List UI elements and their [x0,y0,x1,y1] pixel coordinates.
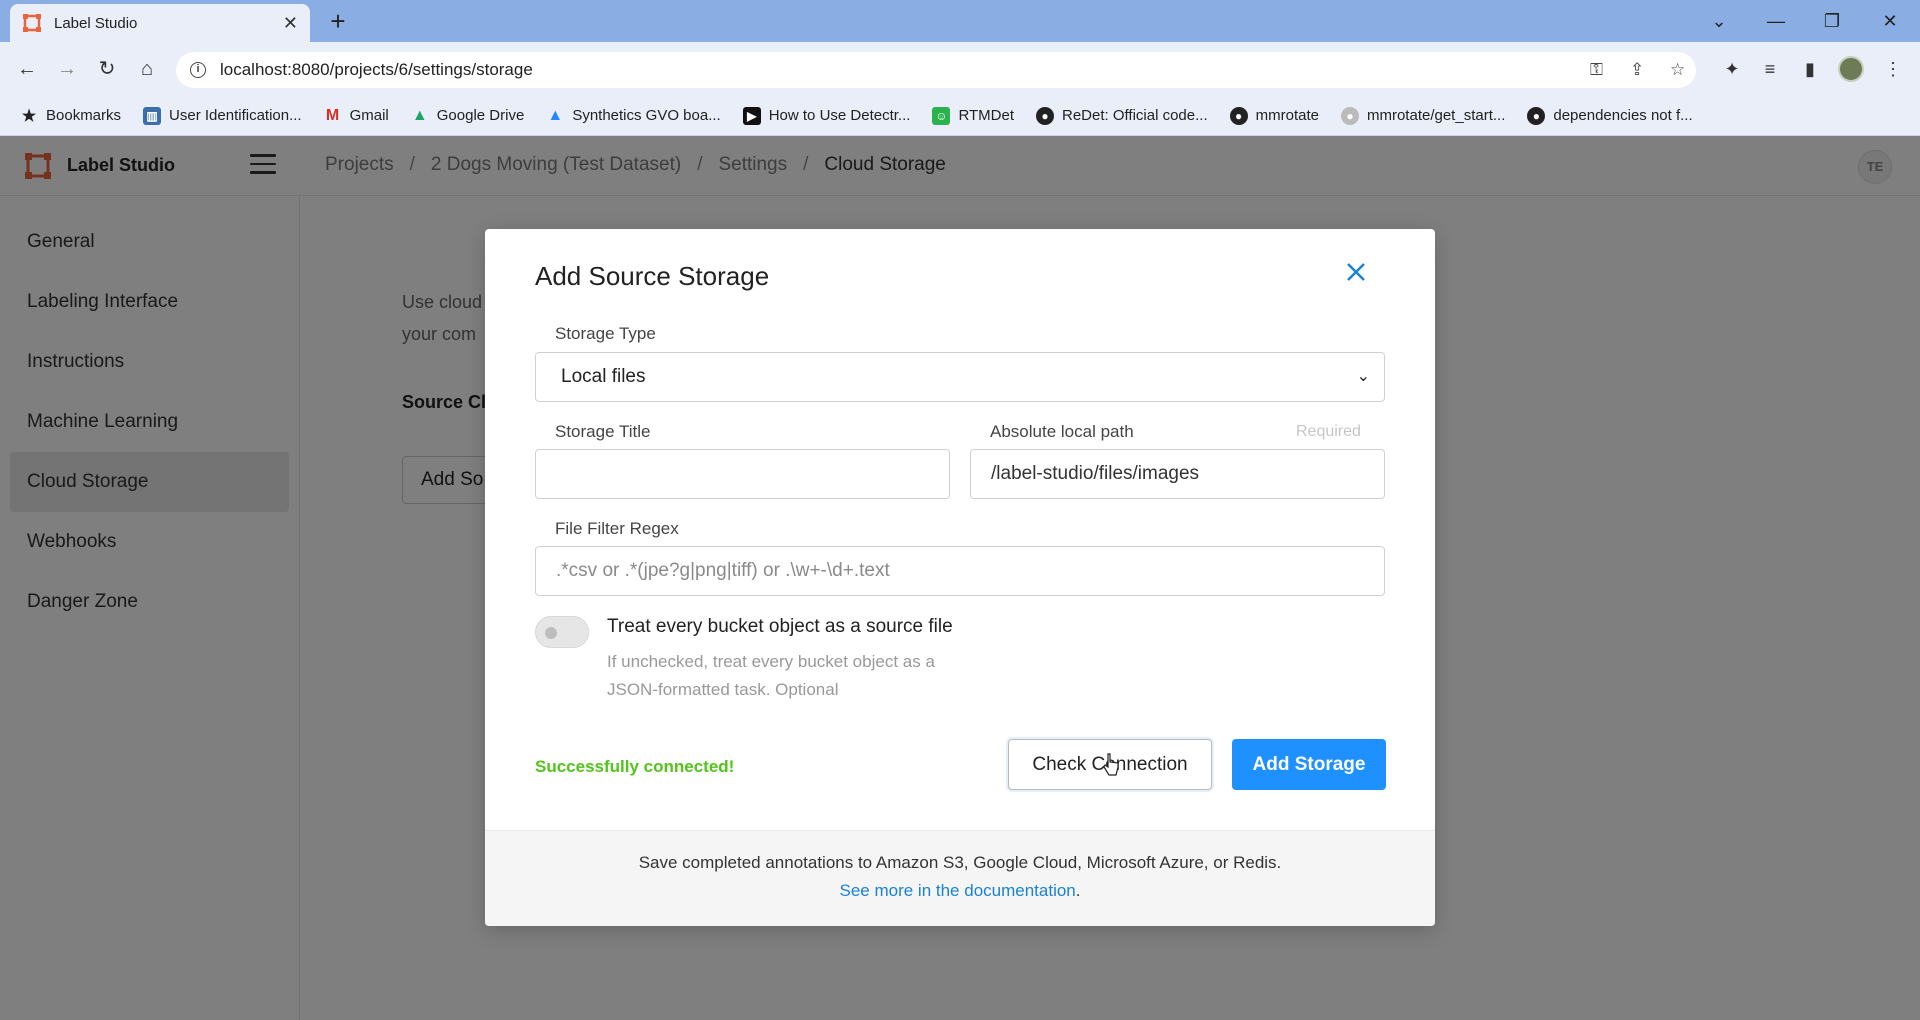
side-panel-icon[interactable]: ▮ [1797,56,1823,82]
bookmark-label: mmrotate [1255,107,1319,124]
bookmark-label: dependencies not f... [1553,107,1693,124]
browser-tab[interactable]: Label Studio ✕ [10,4,310,42]
toggle-knob [545,627,557,639]
back-icon[interactable]: ← [12,54,42,84]
chart-icon: ▥ [143,106,162,125]
bookmark-item[interactable]: ☺ RTMDet [932,106,1014,125]
smiley-icon: ☺ [932,106,951,125]
extensions-icon[interactable]: ✦ [1719,56,1745,82]
forward-icon[interactable]: → [52,54,82,84]
new-tab-icon[interactable]: + [324,8,352,36]
window-close-icon[interactable]: ✕ [1870,6,1910,36]
toggle-label: Treat every bucket object as a source fi… [607,616,953,637]
bookmark-item[interactable]: ▲ Google Drive [411,106,525,125]
video-icon: ▶ [742,106,761,125]
documentation-link[interactable]: See more in the documentation [840,881,1076,900]
absolute-path-label: Absolute local path [990,422,1134,441]
bookmark-item[interactable]: ● mmrotate/get_start... [1340,106,1506,125]
drive-icon: ▲ [411,106,428,124]
restore-icon[interactable]: ❐ [1812,6,1852,36]
minimize-icon[interactable]: — [1756,6,1796,36]
address-bar-row: ← → ↻ ⌂ i localhost:8080/projects/6/sett… [0,42,1920,96]
footer-link-line: See more in the documentation. [485,877,1435,905]
key-icon[interactable]: ⚿ [1590,52,1603,88]
connection-status: Successfully connected! [535,757,735,776]
browser-menu-icon[interactable]: ⋮ [1880,56,1906,82]
tab-search-icon[interactable]: ⌄ [1699,6,1739,36]
bookmarks-bar: ★ Bookmarks ▥ User Identification... M G… [0,96,1920,136]
tab-close-icon[interactable]: ✕ [283,13,298,34]
storage-type-label: Storage Type [555,324,656,343]
bookmark-item[interactable]: ● dependencies not f... [1527,106,1693,125]
home-icon[interactable]: ⌂ [132,54,162,84]
site-info-icon[interactable]: i [190,62,206,78]
bookmark-item[interactable]: ● ReDet: Official code... [1036,106,1208,125]
bookmark-item[interactable]: ▲ Synthetics GVO boa... [546,107,720,125]
bookmark-label: How to Use Detectr... [768,107,911,124]
github-icon: ● [1340,106,1359,125]
add-source-storage-modal: Add Source Storage Storage Type Local fi… [485,229,1435,926]
close-icon[interactable] [1341,257,1371,287]
footer-link-suffix: . [1075,881,1081,900]
bookmark-item[interactable]: ● mmrotate [1229,106,1319,125]
url-text: localhost:8080/projects/6/settings/stora… [220,60,533,79]
storage-title-label: Storage Title [555,422,651,441]
gmail-icon: M [325,106,340,124]
browser-tab-bar: Label Studio ✕ + ⌄ — ❐ ✕ [0,0,1920,42]
bookmark-item[interactable]: ★ Bookmarks [20,107,121,125]
bookmark-star-icon[interactable]: ☆ [1670,52,1685,88]
bookmark-label: User Identification... [169,107,302,124]
file-filter-regex-label: File Filter Regex [555,519,679,538]
profile-avatar[interactable] [1838,56,1864,82]
atlassian-icon: ▲ [547,106,564,124]
storage-title-input[interactable] [535,449,950,499]
add-storage-button[interactable]: Add Storage [1232,739,1386,790]
absolute-path-input[interactable]: /label-studio/files/images [970,449,1385,499]
bookmark-item[interactable]: ▶ How to Use Detectr... [742,106,911,125]
github-icon: ● [1229,106,1248,125]
bookmark-item[interactable]: ▥ User Identification... [143,106,302,125]
share-icon[interactable]: ⇪ [1630,52,1644,88]
chevron-down-icon: ⌄ [1356,368,1370,385]
url-bar[interactable]: i localhost:8080/projects/6/settings/sto… [176,52,1696,88]
github-icon: ● [1527,106,1546,125]
github-icon: ● [1036,106,1054,125]
reload-icon[interactable]: ↻ [92,54,122,84]
bookmark-label: Google Drive [436,107,525,124]
modal-title: Add Source Storage [535,261,770,291]
bookmark-label: RTMDet [958,107,1014,124]
bookmark-label: Gmail [349,107,389,124]
bookmark-label: mmrotate/get_start... [1366,107,1506,124]
footer-text: Save completed annotations to Amazon S3,… [638,853,1282,872]
mouse-cursor-icon [1103,753,1119,776]
storage-type-value: Local files [561,366,646,387]
bookmark-label: Bookmarks [46,107,122,124]
required-tag: Required [1296,423,1361,440]
star-icon: ★ [21,107,37,125]
tab-title: Label Studio [54,14,138,32]
toggle-hint: If unchecked, treat every bucket object … [607,652,935,699]
media-control-icon[interactable]: ≡ [1757,56,1783,82]
bookmark-label: Synthetics GVO boa... [572,107,721,124]
bookmark-item[interactable]: M Gmail [324,107,389,125]
treat-as-source-toggle[interactable] [535,616,589,648]
storage-type-select[interactable]: Local files ⌄ [535,352,1385,402]
file-filter-regex-input[interactable]: .*csv or .*(jpe?g|png|tiff) or .\w+-\d+.… [535,546,1385,596]
modal-footer: Save completed annotations to Amazon S3,… [485,830,1435,926]
bookmark-label: ReDet: Official code... [1062,107,1208,124]
label-studio-favicon-icon [23,14,41,32]
